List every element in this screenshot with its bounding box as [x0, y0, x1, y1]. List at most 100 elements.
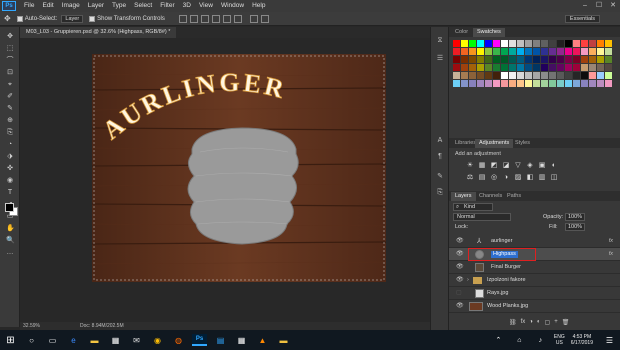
- swatch[interactable]: [589, 64, 596, 71]
- swatch[interactable]: [565, 40, 572, 47]
- swatch[interactable]: [557, 72, 564, 79]
- menu-type[interactable]: Type: [108, 0, 130, 12]
- menu-filter[interactable]: Filter: [156, 0, 178, 12]
- minimize-button[interactable]: –: [578, 0, 592, 12]
- align-bottom-icon[interactable]: [200, 14, 209, 23]
- swatch[interactable]: [453, 48, 460, 55]
- tool-icon[interactable]: ◔: [6, 141, 14, 149]
- swatch[interactable]: [493, 40, 500, 47]
- layer-row[interactable]: 👁 ⅄ aurlinger fx: [449, 235, 620, 248]
- search-icon[interactable]: ○: [24, 334, 39, 346]
- layer-filter-dropdown[interactable]: ⌕ Kind: [453, 203, 493, 211]
- swatch[interactable]: [477, 80, 484, 87]
- swatch[interactable]: [501, 64, 508, 71]
- adjustment-icon[interactable]: ▣: [537, 161, 547, 171]
- swatch[interactable]: [581, 72, 588, 79]
- canvas-area[interactable]: AURLINGER: [20, 38, 430, 322]
- tool-icon[interactable]: ⬗: [6, 153, 14, 161]
- swatch[interactable]: [493, 48, 500, 55]
- file-explorer-icon[interactable]: ▬: [87, 334, 102, 346]
- tool-icon[interactable]: ⬚: [6, 45, 14, 53]
- layer-footer-icon[interactable]: +: [554, 319, 558, 326]
- swatch[interactable]: [573, 48, 580, 55]
- photoshop-taskbar-icon[interactable]: Ps: [192, 334, 207, 346]
- layer-name[interactable]: Izpolzoni fakore: [487, 274, 526, 287]
- swatch[interactable]: [541, 48, 548, 55]
- swatch[interactable]: [589, 48, 596, 55]
- swatch[interactable]: [533, 40, 540, 47]
- swatch[interactable]: [581, 40, 588, 47]
- swatch[interactable]: [549, 56, 556, 63]
- swatch[interactable]: [525, 40, 532, 47]
- windows-start-icon[interactable]: ⊞: [3, 334, 18, 346]
- calculator-icon[interactable]: ▦: [234, 334, 249, 346]
- eye-icon[interactable]: 👁: [456, 248, 464, 261]
- show-transform-checkbox[interactable]: [89, 15, 96, 22]
- tool-icon[interactable]: ✥: [6, 33, 14, 41]
- layer-footer-icon[interactable]: fx: [521, 319, 526, 326]
- tool-icon[interactable]: ⊡: [6, 69, 14, 77]
- swatch[interactable]: [453, 80, 460, 87]
- layer-row[interactable]: 👁 Final Burger: [449, 261, 620, 274]
- swatch[interactable]: [597, 40, 604, 47]
- align-left-icon[interactable]: [211, 14, 220, 23]
- swatch[interactable]: [477, 72, 484, 79]
- layer-row-selected[interactable]: 👁 Highpass fx: [449, 248, 620, 261]
- swatch[interactable]: [565, 80, 572, 87]
- adjustment-icon[interactable]: ▽: [513, 161, 523, 171]
- swatch[interactable]: [565, 72, 572, 79]
- swatch[interactable]: [501, 56, 508, 63]
- close-button[interactable]: ✕: [606, 0, 620, 12]
- swatch[interactable]: [589, 56, 596, 63]
- layer-footer-icon[interactable]: ◑: [529, 319, 533, 326]
- swatch[interactable]: [557, 40, 564, 47]
- swatch[interactable]: [525, 80, 532, 87]
- menu-edit[interactable]: Edit: [38, 0, 57, 12]
- adjustment-icon[interactable]: ◩: [489, 161, 499, 171]
- network-icon[interactable]: ⌂: [512, 334, 527, 346]
- tool-icon[interactable]: T: [6, 189, 14, 197]
- adjustment-icon[interactable]: ◫: [549, 173, 559, 183]
- swatch[interactable]: [525, 56, 532, 63]
- swatch[interactable]: [565, 64, 572, 71]
- swatch[interactable]: [573, 40, 580, 47]
- task-view-icon[interactable]: ▭: [45, 334, 60, 346]
- swatch[interactable]: [469, 64, 476, 71]
- swatch[interactable]: [581, 56, 588, 63]
- swatch[interactable]: [517, 48, 524, 55]
- swatch[interactable]: [557, 64, 564, 71]
- language-indicator[interactable]: ENG US: [554, 334, 565, 346]
- 3d-mode-icon[interactable]: [260, 14, 269, 23]
- tool-icon[interactable]: ⌖: [6, 81, 14, 89]
- swatch[interactable]: [493, 64, 500, 71]
- artboard[interactable]: AURLINGER: [92, 54, 386, 282]
- paragraph-icon[interactable]: ¶: [436, 153, 444, 161]
- layer-footer-icon[interactable]: ◐: [537, 319, 541, 326]
- menu-layer[interactable]: Layer: [84, 0, 108, 12]
- adjustment-icon[interactable]: ◈: [525, 161, 535, 171]
- swatch[interactable]: [597, 80, 604, 87]
- eye-icon[interactable]: 👁: [456, 235, 464, 248]
- swatch[interactable]: [549, 40, 556, 47]
- swatch[interactable]: [541, 64, 548, 71]
- swatch[interactable]: [573, 72, 580, 79]
- swatch[interactable]: [485, 48, 492, 55]
- layer-footer-icon[interactable]: ▢: [545, 319, 551, 326]
- swatch[interactable]: [509, 80, 516, 87]
- swatch[interactable]: [533, 72, 540, 79]
- swatch[interactable]: [525, 64, 532, 71]
- auto-select-checkbox[interactable]: [16, 15, 23, 22]
- adjustment-icon[interactable]: ◪: [501, 161, 511, 171]
- swatch[interactable]: [597, 72, 604, 79]
- distribute-icon[interactable]: [249, 14, 258, 23]
- swatch[interactable]: [509, 48, 516, 55]
- swatch[interactable]: [461, 80, 468, 87]
- swatch[interactable]: [501, 72, 508, 79]
- notification-icon[interactable]: ☰: [602, 334, 617, 346]
- swatch[interactable]: [461, 48, 468, 55]
- menu-file[interactable]: File: [20, 0, 38, 12]
- swatch[interactable]: [605, 80, 612, 87]
- swatch[interactable]: [557, 48, 564, 55]
- layer-name[interactable]: Final Burger: [491, 261, 521, 274]
- tool-icon[interactable]: ✋: [6, 225, 15, 233]
